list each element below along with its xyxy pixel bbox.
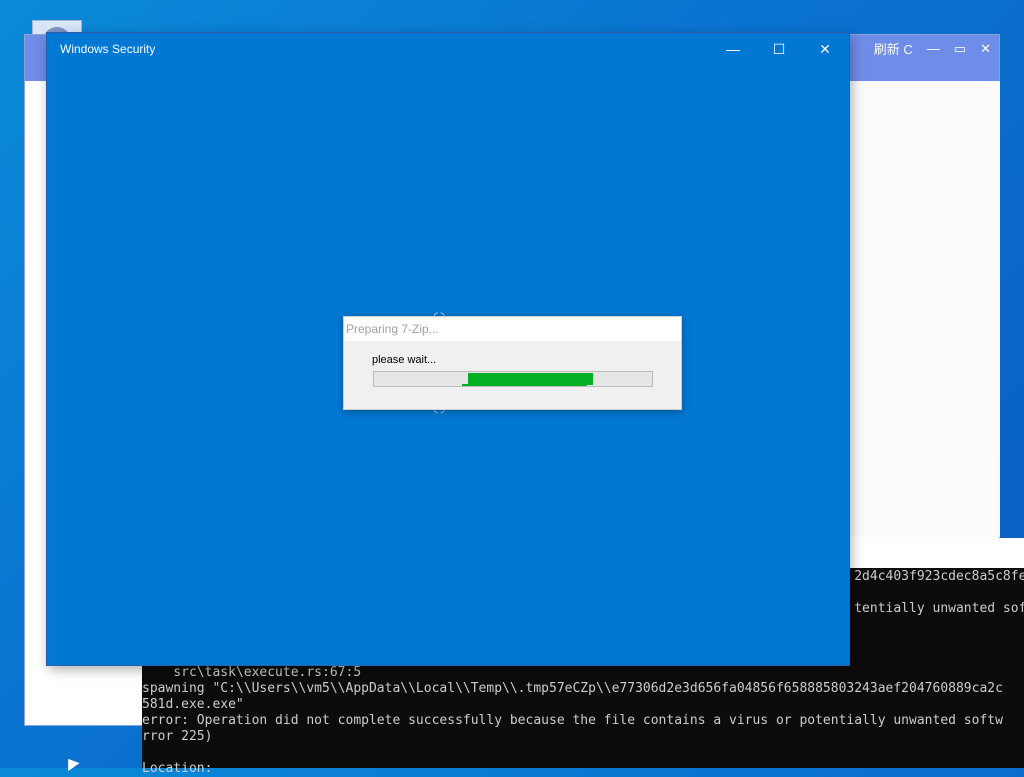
console-line: Location: [142, 761, 213, 776]
close-button[interactable]: ✕ [802, 33, 848, 65]
dialog-message: please wait... [372, 354, 437, 366]
window-title: Windows Security [60, 42, 156, 56]
progress-bar [373, 371, 653, 387]
refresh-label: 刷新 [873, 42, 900, 57]
console-line: rror 225) [142, 729, 213, 744]
console-line: error: Operation did not complete succes… [142, 713, 1003, 728]
progress-bar-fill-shadow [462, 384, 587, 386]
refresh-icon: C [903, 42, 913, 57]
minimize-button[interactable]: — [710, 33, 756, 65]
maximize-button[interactable]: ☐ [756, 33, 802, 65]
console-line: src\task\execute.rs:67:5 [142, 665, 362, 680]
dialog-title: Preparing 7-Zip... [346, 322, 439, 336]
mouse-cursor-icon [62, 754, 80, 772]
console-line: spawning "C:\\Users\\vm5\\AppData\\Local… [142, 681, 1003, 696]
refresh-button[interactable]: 刷新 C [874, 39, 913, 58]
dialog-titlebar: Preparing 7-Zip... [344, 317, 681, 341]
background-window-content [849, 81, 1000, 537]
background-close-button[interactable]: ✕ [980, 41, 991, 57]
progress-dialog: Preparing 7-Zip... please wait... [343, 316, 682, 410]
console-line: 581d.exe.exe" [142, 697, 244, 712]
background-minimize-button[interactable]: — [927, 41, 940, 56]
background-restore-button[interactable]: ▭ [954, 41, 966, 57]
